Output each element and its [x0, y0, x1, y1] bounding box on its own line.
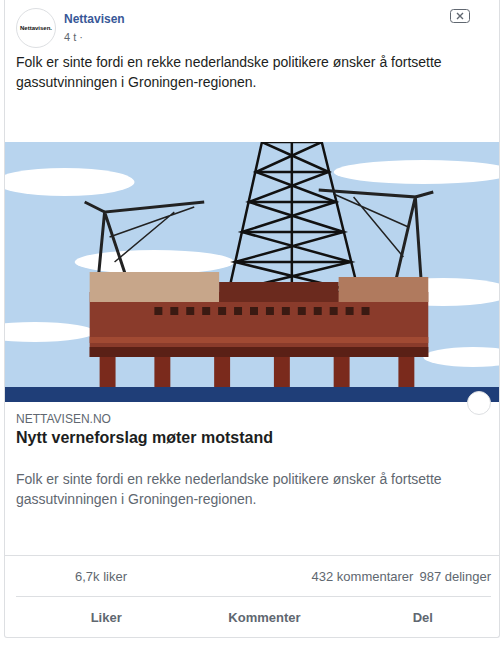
feed: Nettavisen. Nettavisen 4 t · Folk er sinte … [0, 0, 500, 652]
post-meta: Nettavisen 4 t · [64, 8, 450, 45]
shares-count[interactable]: 987 delinger [419, 569, 491, 584]
post-text: Folk er sinte fordi en rekke nederlandsk… [5, 48, 499, 92]
link-description: Folk er sinte fordi en rekke nederlandsk… [16, 469, 487, 509]
link-image [5, 142, 499, 402]
post-card: Nettavisen. Nettavisen 4 t · Folk er sinte … [4, 0, 500, 638]
close-icon[interactable] [450, 9, 470, 23]
link-domain: NETTAVISEN.NO [16, 411, 487, 427]
page-logo[interactable]: Nettavisen. [16, 8, 56, 48]
post-time[interactable]: 4 t · [64, 29, 450, 45]
action-button[interactable]: Del [333, 597, 491, 637]
link-body: NETTAVISEN.NONytt verneforslag møter mot… [5, 402, 499, 556]
likes-count[interactable]: 6,7k liker [16, 569, 127, 584]
comments-count[interactable]: 432 kommentarer [312, 569, 414, 584]
oil-platform-illustration [5, 142, 499, 402]
post-header: Nettavisen. Nettavisen 4 t · [5, 0, 499, 48]
stats-row: 6,7k liker 432 kommentarer 987 delinger [16, 556, 491, 597]
media-dot[interactable] [467, 391, 491, 415]
link-preview[interactable]: NETTAVISEN.NONytt verneforslag møter mot… [5, 142, 499, 556]
action-button[interactable]: Kommenter [174, 597, 332, 637]
page-name[interactable]: Nettavisen [64, 11, 450, 27]
action-button[interactable]: Liker [16, 597, 174, 637]
action-bar: LikerKommenterDel [16, 597, 491, 637]
link-title[interactable]: Nytt verneforslag møter motstand [16, 428, 487, 448]
